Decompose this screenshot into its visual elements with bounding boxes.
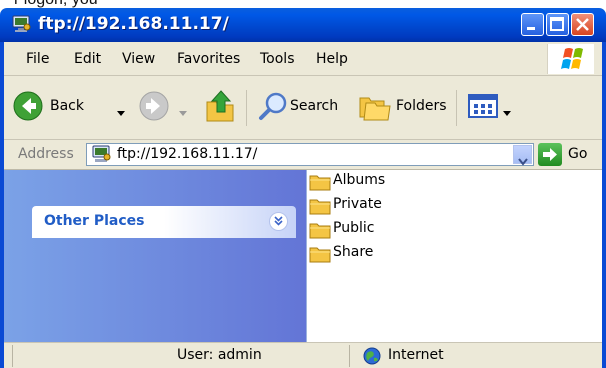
- menu-view[interactable]: View: [122, 51, 155, 67]
- views-icon: [468, 94, 498, 122]
- forward-dropdown-icon[interactable]: [178, 103, 188, 122]
- forward-arrow-icon: [138, 90, 170, 126]
- go-button[interactable]: [538, 143, 562, 166]
- maximize-button[interactable]: [546, 13, 569, 36]
- address-field[interactable]: ftp://192.168.11.17/: [86, 143, 534, 166]
- folder-icon: [309, 221, 331, 243]
- menu-help[interactable]: Help: [316, 51, 348, 67]
- folders-button[interactable]: Folders: [356, 88, 450, 126]
- close-button[interactable]: [571, 13, 594, 36]
- folder-icon: [309, 197, 331, 219]
- other-places-title: Other Places: [44, 213, 145, 229]
- toolbar-separator: [246, 90, 247, 126]
- forward-button[interactable]: [134, 88, 196, 126]
- search-magnifier-icon: [258, 90, 290, 126]
- back-arrow-icon: [12, 90, 44, 126]
- search-button[interactable]: Search: [254, 88, 348, 126]
- standard-toolbar: Back Search Folders: [4, 76, 602, 140]
- folder-name: Albums: [333, 172, 386, 188]
- toolbar-separator: [456, 90, 457, 126]
- folder-name: Public: [333, 220, 375, 236]
- windows-logo: [547, 44, 594, 74]
- explorer-window: r logon, you ftp://192.168.11.17/: [0, 0, 606, 368]
- views-dropdown-icon[interactable]: [502, 103, 512, 122]
- address-bar: Address ftp://192.168.11.17/ Go: [4, 140, 602, 170]
- address-value: ftp://192.168.11.17/: [117, 146, 258, 162]
- window-title: ftp://192.168.11.17/: [38, 14, 229, 34]
- folders-icon: [358, 90, 392, 126]
- maximize-icon: [547, 17, 568, 39]
- globe-icon: [362, 346, 382, 368]
- menu-bar: File Edit View Favorites Tools Help: [4, 42, 602, 76]
- menu-file[interactable]: File: [26, 51, 49, 67]
- search-label: Search: [290, 98, 339, 114]
- other-places-panel-header[interactable]: Other Places: [32, 206, 296, 238]
- chevron-down-icon: [518, 151, 528, 170]
- go-arrow-icon: [541, 146, 559, 167]
- close-icon: [572, 18, 593, 39]
- ftp-computer-icon: [12, 15, 32, 33]
- address-dropdown-button[interactable]: [513, 145, 532, 166]
- back-dropdown-icon[interactable]: [116, 103, 126, 122]
- up-folder-button[interactable]: [200, 86, 240, 126]
- go-label[interactable]: Go: [568, 146, 587, 162]
- ftp-computer-icon: [92, 145, 112, 167]
- folder-name: Share: [333, 244, 374, 260]
- back-label: Back: [50, 98, 84, 114]
- views-button[interactable]: [466, 88, 522, 126]
- status-separator: [349, 345, 350, 367]
- minimize-button[interactable]: [521, 13, 544, 36]
- back-button[interactable]: Back: [10, 88, 140, 126]
- minimize-icon: [522, 20, 543, 39]
- folder-icon: [309, 245, 331, 267]
- folder-icon: [309, 173, 331, 195]
- menu-edit[interactable]: Edit: [74, 51, 101, 67]
- window-frame-right: [602, 42, 606, 368]
- title-bar[interactable]: ftp://192.168.11.17/: [0, 8, 606, 42]
- status-bar: User: admin Internet: [4, 342, 602, 368]
- up-folder-icon: [204, 88, 236, 128]
- status-user: User: admin: [177, 347, 262, 363]
- expand-chevron-icon[interactable]: [269, 212, 288, 231]
- task-pane: Other Places: [4, 170, 306, 342]
- status-separator: [12, 345, 13, 367]
- file-list-pane: Albums Private Public Share: [306, 170, 602, 342]
- folder-name: Private: [333, 196, 382, 212]
- status-zone: Internet: [388, 347, 444, 363]
- folders-label: Folders: [396, 98, 447, 114]
- menu-tools[interactable]: Tools: [260, 51, 295, 67]
- address-label: Address: [18, 146, 74, 162]
- menu-favorites[interactable]: Favorites: [177, 51, 240, 67]
